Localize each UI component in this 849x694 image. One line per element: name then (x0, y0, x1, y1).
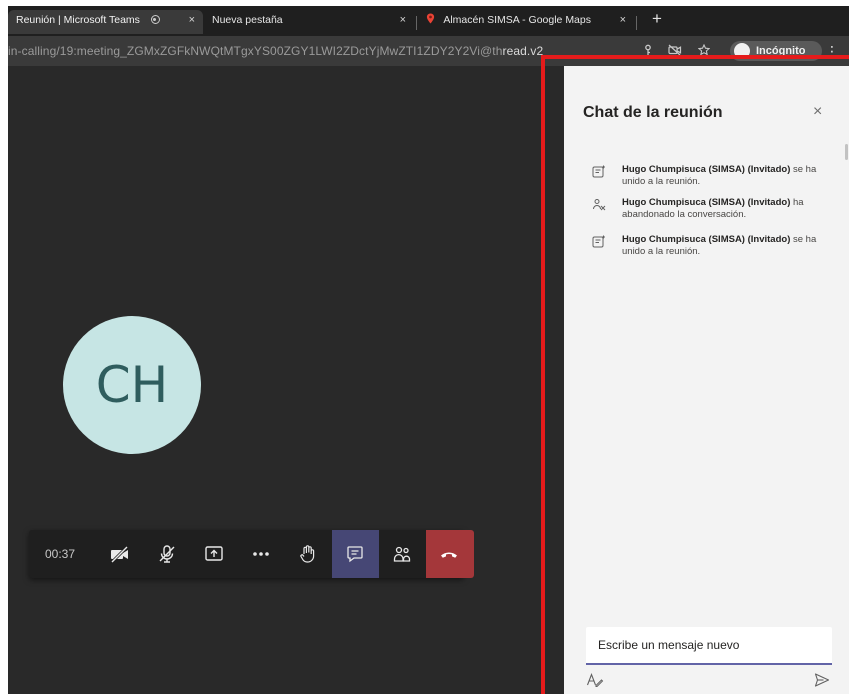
phone-hangup-icon (441, 552, 457, 558)
mic-off-button[interactable] (144, 530, 191, 578)
highlight-annotation (541, 55, 849, 694)
more-icon (253, 552, 269, 556)
chat-button[interactable] (332, 530, 379, 578)
close-tab-icon[interactable]: × (189, 10, 195, 30)
tab-separator (636, 16, 637, 30)
hand-icon (300, 545, 315, 563)
tab-teams-meeting[interactable]: Reunión | Microsoft Teams × (8, 10, 203, 34)
new-tab-button[interactable]: + (652, 9, 662, 29)
tab-title: Reunión | Microsoft Teams (16, 14, 140, 26)
url-text-end: read.v2 (502, 44, 544, 58)
recording-icon (150, 15, 160, 24)
screenshot-frame: Reunión | Microsoft Teams × Nueva pestañ… (0, 0, 849, 694)
tab-title: Almacén SIMSA - Google Maps (443, 14, 591, 26)
tab-google-maps[interactable]: Almacén SIMSA - Google Maps × (418, 10, 634, 34)
people-icon (393, 546, 411, 562)
mic-off-icon (159, 545, 175, 563)
url-text: in-calling/19:meeting_ZGMxZGFkNWQtMTgxYS… (8, 44, 503, 58)
tab-new-tab[interactable]: Nueva pestaña × (204, 10, 414, 34)
hang-up-button[interactable] (426, 530, 474, 578)
participant-avatar: CH (63, 316, 201, 454)
meeting-stage: CH 00:37 (8, 66, 564, 694)
call-controls-bar: 00:37 (29, 530, 474, 578)
tab-title: Nueva pestaña (212, 14, 283, 26)
tab-separator (416, 16, 417, 30)
chat-icon (347, 546, 363, 563)
close-tab-icon[interactable]: × (620, 10, 626, 30)
share-screen-button[interactable] (191, 530, 238, 578)
call-timer: 00:37 (44, 547, 76, 561)
participants-button[interactable] (379, 530, 426, 578)
maps-pin-icon (426, 13, 435, 24)
raise-hand-button[interactable] (285, 530, 332, 578)
camera-off-icon (110, 545, 129, 564)
camera-off-button[interactable] (97, 530, 144, 578)
url-field[interactable]: in-calling/19:meeting_ZGMxZGFkNWQtMTgxYS… (8, 44, 543, 58)
share-screen-icon (205, 546, 223, 561)
browser-tab-bar: Reunión | Microsoft Teams × Nueva pestañ… (8, 6, 849, 36)
close-tab-icon[interactable]: × (400, 10, 406, 30)
more-actions-button[interactable] (238, 530, 285, 578)
